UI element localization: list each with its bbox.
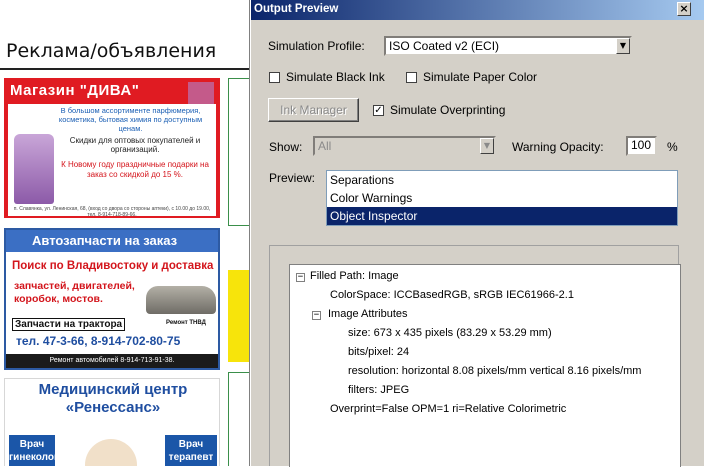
tree-filters: filters: JPEG (348, 384, 410, 396)
page-title: Реклама/объявления (6, 40, 217, 62)
title-divider (0, 68, 250, 70)
ad-diva-body: В большом ассортименте парфюмерия, косме… (8, 104, 216, 218)
output-preview-dialog: Output Preview × Simulation Profile: ISO… (250, 0, 704, 467)
tree-overprint: Overprint=False OPM=1 ri=Relative Colori… (330, 403, 567, 415)
show-label: Show: (269, 140, 303, 154)
preview-listbox[interactable]: Separations Color Warnings Object Inspec… (326, 170, 678, 226)
ad-medical-line2: «Ренессанс» (65, 399, 161, 416)
preview-option-object-inspector[interactable]: Object Inspector (327, 207, 677, 225)
show-select[interactable]: All ▼ (313, 136, 496, 156)
ad-diva-line1: В большом ассортименте парфюмерия, косме… (58, 106, 203, 133)
ad-partial-yellow (228, 270, 250, 362)
simulate-overprinting-label: Simulate Overprinting (390, 103, 506, 117)
percent-label: % (667, 140, 678, 154)
doctor-photo (85, 439, 137, 466)
ad-partial-green (228, 78, 250, 226)
ad-medical-left-box: Врач гинеколог (9, 435, 58, 466)
warning-opacity-input[interactable]: 100 (626, 136, 657, 156)
ad-autoparts-line3: Запчасти на трактора (12, 318, 126, 331)
simulation-profile-label: Simulation Profile: (268, 39, 365, 53)
ad-diva-header: Магазин "ДИВА" (10, 82, 140, 99)
show-value: All (318, 139, 332, 153)
preview-option-color-warnings[interactable]: Color Warnings (327, 189, 677, 207)
ad-diva-line2: Скидки для оптовых покупателей и организ… (69, 136, 201, 154)
ad-diva-store: Магазин "ДИВА" В большом ассортименте па… (4, 78, 220, 218)
ad-medical-right-box: Врач терапевт (165, 435, 217, 466)
preview-label: Preview: (269, 171, 316, 185)
simulation-profile-select[interactable]: ISO Coated v2 (ECI) ▼ (384, 36, 632, 56)
ad-diva-line3: К Новому году праздничные подарки на зак… (61, 160, 209, 179)
collapse-icon[interactable]: − (312, 311, 321, 320)
ad-autoparts: Автозапчасти на заказ Поиск по Владивост… (4, 228, 220, 370)
object-inspector-panel: − Filled Path: Image ColorSpace: ICCBase… (269, 245, 681, 467)
tree-image-attributes[interactable]: Image Attributes (328, 308, 408, 320)
background-document: Реклама/объявления Магазин "ДИВА" В боль… (0, 0, 250, 466)
tree-resolution: resolution: horizontal 8.08 pixels/mm ve… (348, 365, 642, 377)
ad-diva-address: п. Славянка, ул. Ленинская, 68, (вход со… (13, 206, 211, 218)
simulate-black-ink-label: Simulate Black Ink (286, 70, 385, 84)
object-inspector-tree[interactable]: − Filled Path: Image ColorSpace: ICCBase… (289, 264, 681, 467)
ad-autoparts-phone: тел. 47-3-66, 8-914-702-80-75 (16, 334, 181, 348)
car-image (146, 286, 216, 314)
preview-option-separations[interactable]: Separations (327, 171, 677, 189)
simulate-paper-color-checkbox[interactable] (406, 72, 417, 83)
chevron-down-icon[interactable]: ▼ (616, 38, 630, 54)
ad-autoparts-footer: Ремонт автомобилей 8-914-713-91-38. (6, 354, 218, 368)
close-icon[interactable]: × (677, 2, 691, 16)
warning-opacity-label: Warning Opacity: (512, 140, 604, 154)
dialog-title: Output Preview (254, 3, 339, 15)
ad-autoparts-header: Автозапчасти на заказ (6, 230, 218, 252)
collapse-icon[interactable]: − (296, 273, 305, 282)
ad-autoparts-line2: запчастей, двигателей, коробок, мостов. (14, 280, 135, 305)
tree-size: size: 673 x 435 pixels (83.29 x 53.29 mm… (348, 327, 552, 339)
simulate-paper-color-label: Simulate Paper Color (423, 70, 538, 84)
ad-partial-green-lower (228, 372, 250, 466)
tree-root[interactable]: Filled Path: Image (310, 270, 399, 282)
ad-autoparts-line1: Поиск по Владивостоку и доставка (12, 260, 214, 272)
tree-bits: bits/pixel: 24 (348, 346, 410, 358)
ink-manager-button[interactable]: Ink Manager (268, 98, 359, 122)
ad-medical-center: Медицинский центр «Ренессанс» Врач гинек… (4, 378, 220, 466)
ad-diva-photo (188, 82, 214, 106)
chevron-down-icon[interactable]: ▼ (480, 138, 494, 154)
simulate-black-ink-checkbox[interactable] (269, 72, 280, 83)
perfume-bottle-image (14, 134, 54, 204)
dialog-titlebar[interactable]: Output Preview × (251, 0, 704, 20)
simulation-profile-value: ISO Coated v2 (ECI) (389, 39, 500, 53)
ad-medical-line1: Медицинский центр (38, 381, 188, 398)
simulate-overprinting-checkbox[interactable]: ✓ (373, 105, 384, 116)
tree-colorspace: ColorSpace: ICCBasedRGB, sRGB IEC61966-2… (330, 289, 574, 301)
ad-autoparts-line4: Ремонт ТНВД (166, 320, 206, 326)
